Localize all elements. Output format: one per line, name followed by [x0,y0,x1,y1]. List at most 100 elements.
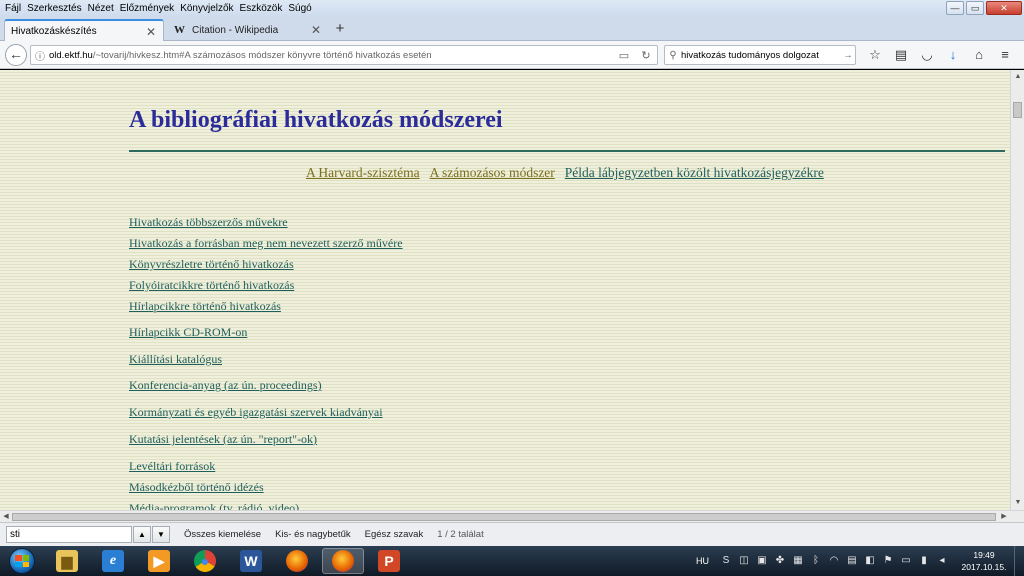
bookmark-star-icon[interactable]: ☆ [862,45,888,65]
url-text[interactable]: old.ektf.hu/~tovarij/hivkesz.htm#A számo… [49,50,613,61]
search-icon: ⚲ [669,49,677,61]
maximize-button[interactable]: ▭ [966,1,984,15]
find-previous-button[interactable]: ▲ [133,526,151,543]
home-icon[interactable]: ⌂ [966,45,992,65]
find-bar: ▲ ▼ Összes kiemelése Kis- és nagybetűk E… [0,522,1024,546]
url-bar[interactable]: ⓘ old.ektf.hu/~tovarij/hivkesz.htm#A szá… [30,45,658,65]
volume-icon[interactable]: ◂ [935,554,949,568]
powerpoint-icon: P [378,550,400,572]
find-next-button[interactable]: ▼ [152,526,170,543]
section-navigation: A Harvard-szisztéma A számozásos módszer… [306,165,834,181]
tab-hivatkozaskeszites[interactable]: Hivatkozáskészítés ✕ [4,19,164,42]
link-multi-author[interactable]: Hivatkozás többszerzős művekre [129,215,288,230]
menu-bookmarks[interactable]: Könyvjelzők [177,3,236,14]
close-window-button[interactable]: ✕ [986,1,1022,15]
scroll-down-arrow-icon[interactable]: ▼ [1011,496,1024,510]
link-newspaper-article[interactable]: Hírlapcikkre történő hivatkozás [129,299,281,314]
taskbar-firefox-active[interactable] [322,548,364,574]
menu-history[interactable]: Előzmények [117,3,177,14]
link-media-programs[interactable]: Média-programok (tv, rádió, video) [129,501,299,510]
language-indicator[interactable]: HU [696,556,709,566]
reload-icon[interactable]: ↻ [635,49,657,62]
link-journal-article[interactable]: Folyóiratcikkre történő hivatkozás [129,278,294,293]
downloads-icon[interactable]: ↓ [940,45,966,65]
link-government-publications[interactable]: Kormányzati és egyéb igazgatási szervek … [129,405,383,420]
tray-app-icon[interactable]: ◧ [863,554,877,568]
vertical-scrollbar[interactable]: ▲ ▼ [1010,70,1024,510]
firefox-icon [332,550,354,572]
wifi-icon[interactable]: ◠ [827,554,841,568]
menu-file[interactable]: Fájl [0,3,24,14]
show-desktop-button[interactable] [1014,546,1024,576]
horizontal-scrollbar[interactable]: ◀ ▶ [0,510,1024,522]
menu-bar: Fájl Szerkesztés Nézet Előzmények Könyvj… [0,0,1024,16]
link-numbering-method[interactable]: A számozásos módszer [430,165,555,181]
link-newspaper-cdrom[interactable]: Hírlapcikk CD-ROM-on [129,325,247,340]
horizontal-scroll-thumb[interactable] [12,513,996,521]
menu-help[interactable]: Súgó [285,3,314,14]
pocket-icon[interactable]: ◡ [914,45,940,65]
skype-icon[interactable]: S [719,554,733,568]
highlight-all-toggle[interactable]: Összes kiemelése [184,529,261,540]
clock[interactable]: 19:49 2017.10.15. [958,549,1010,573]
menu-hamburger-icon[interactable]: ≡ [992,45,1018,65]
tray-app-icon[interactable]: ▤ [845,554,859,568]
menu-edit[interactable]: Szerkesztés [24,3,84,14]
taskbar-powerpoint[interactable]: P [368,548,410,574]
tab-citation-wikipedia[interactable]: W Citation - Wikipedia ✕ [168,19,328,41]
tray-app-icon[interactable]: ✤ [773,554,787,568]
start-button[interactable] [4,547,40,575]
url-path: /~tovarij/hivkesz.htm#A számozásos módsz… [92,49,432,61]
back-button[interactable]: ← [5,44,27,66]
taskbar-chrome[interactable]: ● [184,548,226,574]
bluetooth-icon[interactable]: ᛒ [809,554,823,568]
window-controls: — ▭ ✕ [946,0,1024,16]
find-input[interactable] [6,526,132,543]
bookmarks-library-icon[interactable]: ▤ [888,45,914,65]
taskbar-firefox[interactable] [276,548,318,574]
link-secondhand-citation[interactable]: Másodkézből történő idézés [129,480,264,495]
tab-close-icon[interactable]: ✕ [310,23,322,37]
taskbar-word[interactable]: W [230,548,272,574]
search-bar[interactable]: ⚲ hivatkozás tudományos dolgozat → [664,45,856,65]
reader-view-icon[interactable]: ▭ [613,49,635,62]
network-icon[interactable]: ▭ [899,554,913,568]
link-book-chapter[interactable]: Könyvrészletre történő hivatkozás [129,257,294,272]
link-archival-sources[interactable]: Levéltári források [129,459,215,474]
tray-app-icon[interactable]: ▣ [755,554,769,568]
action-center-icon[interactable]: ⚑ [881,554,895,568]
tray-app-icon[interactable]: ▦ [791,554,805,568]
search-input[interactable]: hivatkozás tudományos dolgozat [681,50,841,61]
new-tab-button[interactable]: + [332,21,348,37]
tray-app-icon[interactable]: ◫ [737,554,751,568]
tab-close-icon[interactable]: ✕ [145,25,157,39]
menu-view[interactable]: Nézet [85,3,117,14]
minimize-button[interactable]: — [946,1,964,15]
vertical-scroll-thumb[interactable] [1013,102,1022,118]
taskbar-media-player[interactable]: ▶ [138,548,180,574]
page-title: A bibliográfiai hivatkozás módszerei [129,107,503,133]
link-exhibition-catalog[interactable]: Kiállítási katalógus [129,352,222,367]
link-research-reports[interactable]: Kutatási jelentések (az ún. "report"-ok) [129,432,317,447]
back-arrow-icon: ← [9,46,23,62]
page-content: A bibliográfiai hivatkozás módszerei A H… [0,70,1010,510]
folder-icon: ▆ [56,550,78,572]
chrome-icon: ● [194,550,216,572]
battery-icon[interactable]: ▮ [917,554,931,568]
site-info-icon[interactable]: ⓘ [31,48,49,63]
find-result-count: 1 / 2 találat [437,529,484,540]
link-unnamed-author[interactable]: Hivatkozás a forrásban meg nem nevezett … [129,236,403,251]
taskbar-file-explorer[interactable]: ▆ [46,548,88,574]
clock-date: 2017.10.15. [961,562,1007,572]
whole-words-toggle[interactable]: Egész szavak [365,529,424,540]
link-harvard-system[interactable]: A Harvard-szisztéma [306,165,420,181]
search-go-icon[interactable]: → [841,50,855,61]
match-case-toggle[interactable]: Kis- és nagybetűk [275,529,351,540]
scroll-up-arrow-icon[interactable]: ▲ [1011,70,1024,84]
link-conference-proceedings[interactable]: Konferencia-anyag (az ún. proceedings) [129,378,322,393]
menu-tools[interactable]: Eszközök [237,3,286,14]
firefox-icon [286,550,308,572]
toolbar-icons: ☆ ▤ ◡ ↓ ⌂ ≡ [862,45,1018,65]
taskbar-internet-explorer[interactable]: e [92,548,134,574]
link-footnote-example[interactable]: Példa lábjegyzetben közölt hivatkozásjeg… [565,165,824,181]
